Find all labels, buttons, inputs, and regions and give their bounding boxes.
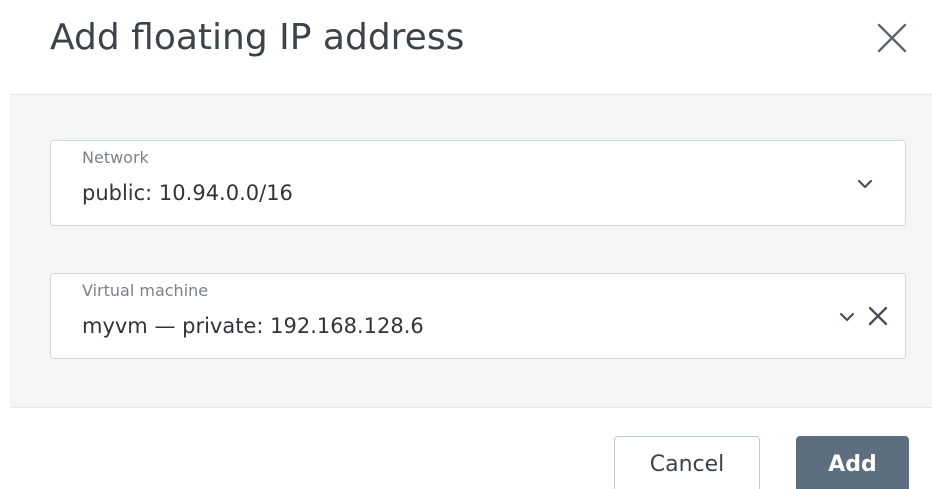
network-value: public: 10.94.0.0/16: [82, 181, 293, 205]
close-icon: [877, 23, 907, 53]
virtual-machine-select[interactable]: Virtual machine myvm — private: 192.168.…: [50, 273, 906, 359]
virtual-machine-value: myvm — private: 192.168.128.6: [82, 314, 424, 338]
virtual-machine-label: Virtual machine: [82, 281, 209, 300]
dialog-header: Add floating IP address: [0, 0, 932, 93]
network-select[interactable]: Network public: 10.94.0.0/16: [50, 140, 906, 226]
network-label: Network: [82, 148, 149, 167]
add-floating-ip-dialog: Add floating IP address Network public: …: [0, 0, 932, 489]
dialog-footer: Cancel Add: [0, 407, 932, 489]
clear-selection-button[interactable]: [866, 304, 890, 328]
dialog-title: Add floating IP address: [50, 17, 465, 58]
chevron-down-icon[interactable]: [839, 312, 855, 322]
chevron-down-icon[interactable]: [857, 179, 873, 189]
add-button[interactable]: Add: [796, 436, 909, 489]
close-button[interactable]: [872, 19, 912, 59]
cancel-button[interactable]: Cancel: [614, 436, 760, 489]
clear-icon: [868, 306, 888, 326]
dialog-body: Network public: 10.94.0.0/16 Virtual mac…: [10, 94, 932, 408]
